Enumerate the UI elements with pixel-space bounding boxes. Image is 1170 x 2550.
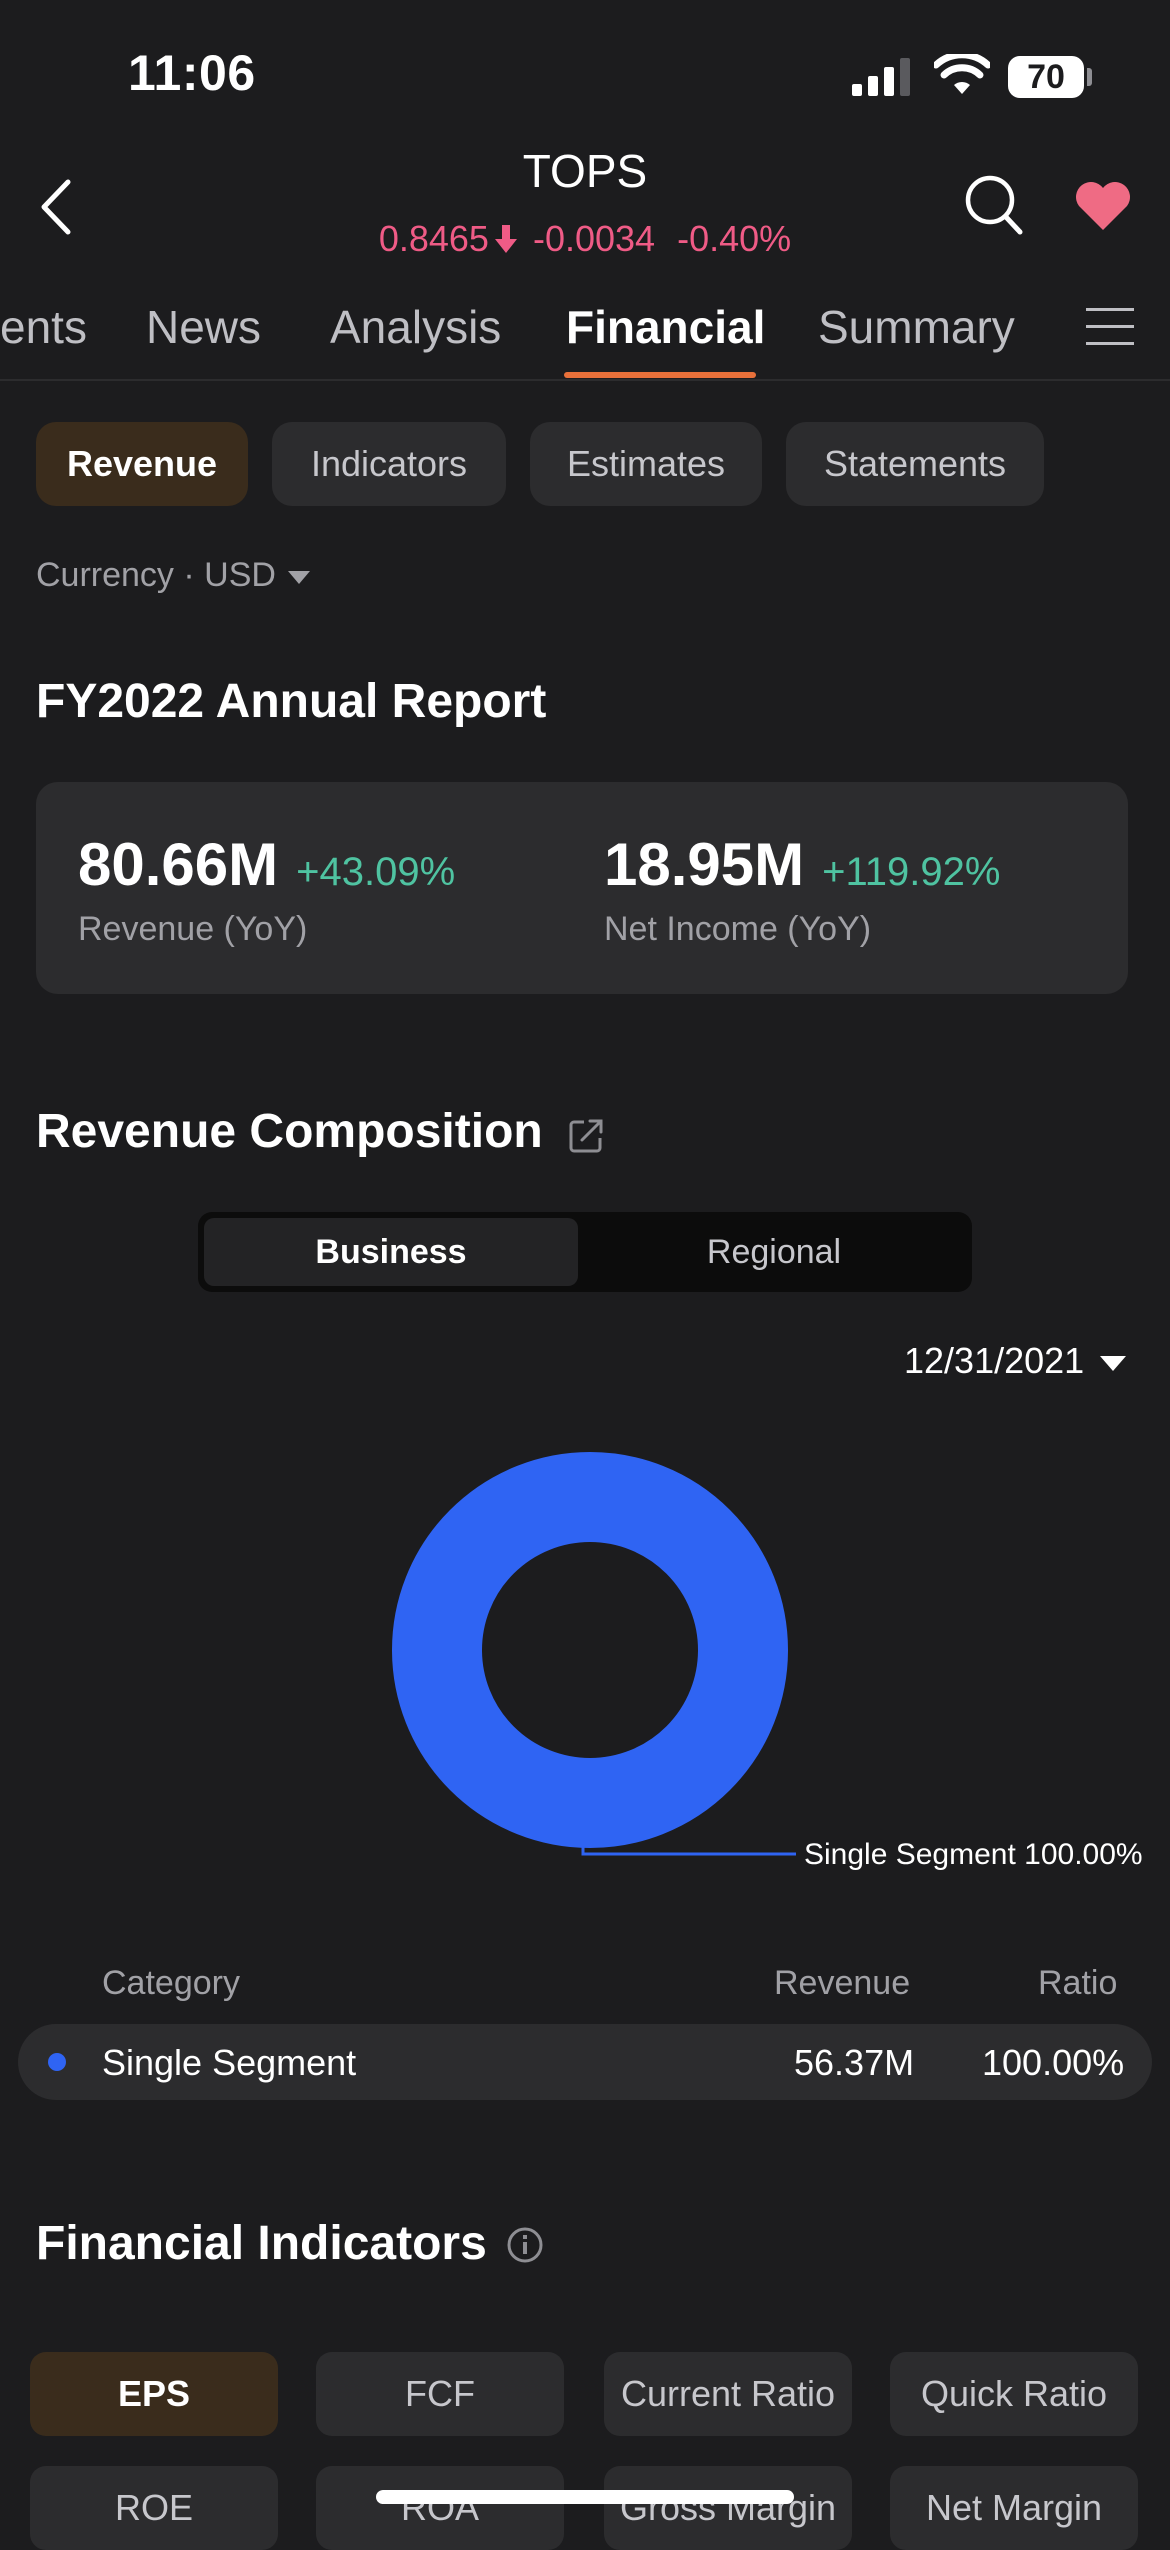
price-change: -0.0034 [532,218,656,259]
revenue-composition-title: Revenue Composition [36,1105,543,1158]
battery-indicator: 70 [1008,56,1084,98]
share-icon[interactable] [568,1116,606,1154]
home-indicator [376,2490,794,2504]
donut-leader-line [581,1836,796,1856]
indicator-net-margin[interactable]: Net Margin [890,2466,1138,2550]
revenue-value: 80.66M [78,831,279,898]
annual-report-title: FY2022 Annual Report [36,675,547,728]
date-selector[interactable]: 12/31/2021 [904,1340,1127,1382]
currency-selector[interactable]: Currency · USD [36,556,310,595]
donut-label: Single Segment 100.00% [804,1838,1143,1871]
revenue-metric: 80.66M +43.09% [78,830,455,899]
toggle-business[interactable]: Business [204,1218,578,1286]
revenue-label: Revenue (YoY) [78,910,308,948]
tab-news[interactable]: News [146,300,261,354]
net-income-change: +119.92% [822,850,1001,894]
hamburger-menu-icon[interactable] [1086,306,1134,348]
tab-divider [0,379,1170,381]
price-value: 0.8465 [378,218,489,259]
indicator-roe[interactable]: ROE [30,2466,278,2550]
net-income-label: Net Income (YoY) [604,910,872,948]
donut-slice-single-segment[interactable] [392,1452,788,1848]
table-header-revenue: Revenue [774,1964,911,2002]
toggle-regional[interactable]: Regional [582,1218,966,1286]
tab-summary[interactable]: Summary [818,300,1015,354]
wifi-icon [934,54,990,94]
tab-events[interactable]: ents [0,300,87,354]
indicator-current-ratio[interactable]: Current Ratio [604,2352,852,2436]
indicator-fcf[interactable]: FCF [316,2352,564,2436]
row-revenue: 56.37M [794,2042,915,2083]
heart-icon[interactable] [1074,180,1132,232]
net-income-metric: 18.95M +119.92% [604,830,1000,899]
caret-down-icon [1100,1355,1127,1371]
legend-dot [48,2053,66,2071]
subtab-estimates[interactable]: Estimates [530,422,762,506]
indicator-gross-margin[interactable]: Gross Margin [604,2466,852,2550]
arrow-down-icon [494,225,517,253]
cellular-signal-icon [852,58,910,96]
currency-label: Currency · USD [36,556,276,594]
date-value: 12/31/2021 [904,1340,1085,1381]
table-header-category: Category [102,1964,240,2002]
tab-analysis[interactable]: Analysis [330,300,501,354]
info-icon[interactable] [506,2226,544,2264]
net-income-value: 18.95M [604,831,805,898]
price-change-pct: -0.40% [677,218,792,259]
composition-toggle: Business Regional [198,1212,972,1292]
search-icon[interactable] [964,174,1024,236]
active-tab-indicator [564,372,756,378]
indicator-eps[interactable]: EPS [30,2352,278,2436]
indicator-quick-ratio[interactable]: Quick Ratio [890,2352,1138,2436]
status-time: 11:06 [128,45,256,101]
subtab-revenue[interactable]: Revenue [36,422,248,506]
indicator-roa[interactable]: ROA [316,2466,564,2550]
subtab-statements[interactable]: Statements [786,422,1044,506]
revenue-change: +43.09% [296,850,456,894]
financial-indicators-title: Financial Indicators [36,2217,487,2270]
subtab-indicators[interactable]: Indicators [272,422,506,506]
top-tab-bar: ents News Analysis Financial Summary [0,290,1170,380]
table-header-ratio: Ratio [1038,1964,1118,2002]
row-category: Single Segment [102,2042,357,2083]
tab-financial[interactable]: Financial [566,300,765,354]
caret-down-icon [287,570,310,584]
battery-tip [1087,68,1092,86]
row-ratio: 100.00% [982,2042,1125,2083]
revenue-donut-chart [392,1452,788,1848]
